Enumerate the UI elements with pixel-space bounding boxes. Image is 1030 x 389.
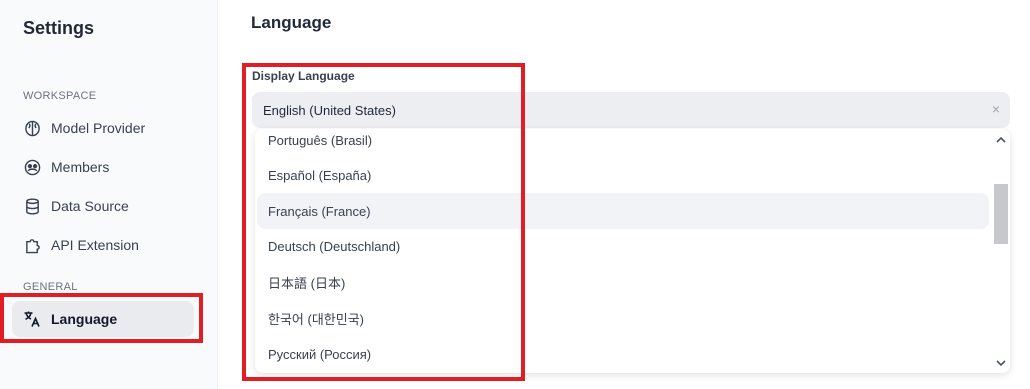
selected-language-value: English (United States) — [263, 102, 396, 118]
brain-icon — [23, 119, 41, 137]
general-section-label: GENERAL — [23, 281, 78, 293]
sidebar-item-model-provider[interactable]: Model Provider — [12, 110, 194, 146]
workspace-section-label: WORKSPACE — [23, 90, 97, 102]
scroll-up-icon[interactable] — [994, 132, 1008, 146]
language-option[interactable]: Português (Brasil) — [257, 129, 989, 158]
puzzle-icon — [23, 236, 41, 254]
sidebar-item-label: Data Source — [51, 198, 129, 214]
scroll-down-icon[interactable] — [994, 356, 1008, 370]
sidebar-item-label: Model Provider — [51, 120, 146, 136]
sidebar-title: Settings — [23, 18, 95, 38]
translate-icon — [23, 310, 41, 328]
language-option[interactable]: Français (France) — [257, 193, 989, 229]
language-option[interactable]: 日本語 (日本) — [257, 264, 989, 300]
sidebar-item-label: API Extension — [51, 237, 139, 253]
members-icon — [23, 158, 41, 176]
language-option[interactable]: 한국어 (대한민국) — [257, 300, 989, 336]
display-language-select[interactable]: English (United States) × — [252, 92, 1010, 128]
language-option[interactable]: Русский (Россия) — [257, 336, 989, 372]
database-icon — [23, 197, 41, 215]
display-language-label: Display Language — [252, 69, 355, 83]
language-dropdown-list[interactable]: Português (Brasil) Español (España) Fran… — [255, 129, 1010, 373]
sidebar-item-label: Members — [51, 159, 110, 175]
scroll-thumb[interactable] — [994, 184, 1008, 244]
sidebar-item-label: Language — [51, 311, 118, 327]
sidebar-item-language[interactable]: Language — [12, 301, 194, 337]
language-option[interactable]: Deutsch (Deutschland) — [257, 228, 989, 264]
sidebar-item-data-source[interactable]: Data Source — [12, 188, 194, 224]
sidebar-item-members[interactable]: Members — [12, 149, 194, 185]
sidebar-item-api-extension[interactable]: API Extension — [12, 227, 194, 263]
dropdown-scrollbar[interactable] — [992, 129, 1010, 373]
clear-icon[interactable]: × — [992, 101, 1000, 117]
language-option[interactable]: Español (España) — [257, 157, 989, 193]
settings-sidebar: Settings WORKSPACE Model Provider Member… — [0, 0, 218, 389]
page-title: Language — [251, 13, 332, 32]
